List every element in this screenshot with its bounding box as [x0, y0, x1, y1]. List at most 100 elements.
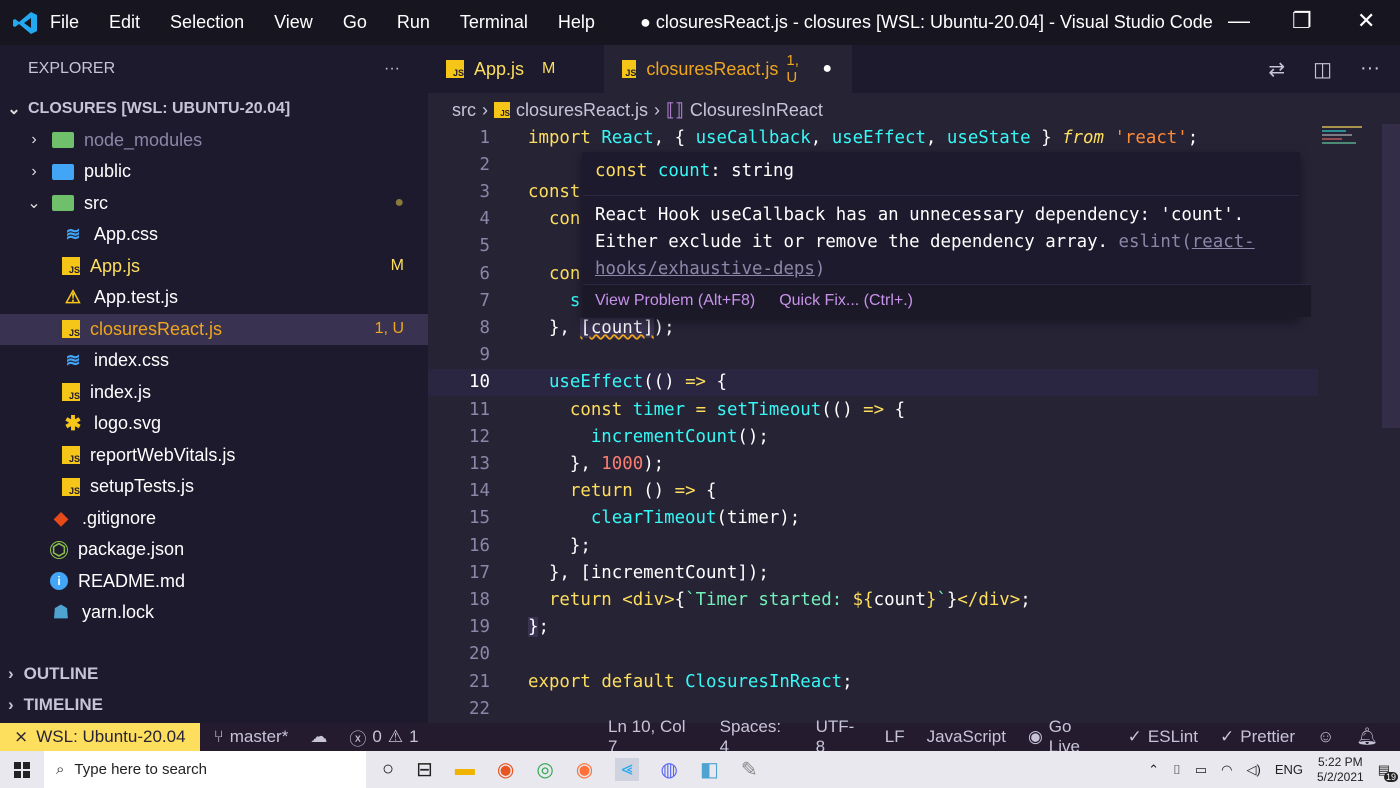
scrollbar-thumb[interactable] [1382, 124, 1400, 428]
clock[interactable]: 5:22 PM 5/2/2021 [1317, 755, 1364, 785]
tree-item-label: logo.svg [94, 413, 162, 434]
breadcrumb-src[interactable]: src [452, 100, 476, 121]
cortana-icon[interactable]: ○ [382, 758, 394, 781]
tree-item-public[interactable]: › public [0, 156, 428, 188]
end-of-line[interactable]: LF [885, 727, 905, 747]
menu-selection[interactable]: Selection [170, 12, 244, 33]
menu-file[interactable]: File [50, 12, 79, 33]
tab-app-js[interactable]: JS App.js M [428, 45, 604, 93]
split-editor-icon[interactable]: ◫ [1313, 57, 1332, 82]
folder-open-icon [52, 195, 74, 212]
tab-closures-react-js[interactable]: JS closuresReact.js 1, U ● [604, 45, 852, 93]
wifi-icon[interactable]: ◠ [1221, 762, 1232, 778]
problem-untracked-badge: 1, U [374, 320, 404, 338]
git-modified-badge: M [390, 257, 404, 275]
tree-item-logo-svg[interactable]: ✱ logo.svg [0, 408, 428, 440]
battery-icon[interactable]: ▭ [1195, 762, 1207, 778]
test-flask-icon: ⚠ [64, 287, 82, 308]
git-branch[interactable]: ⑂ master* [214, 727, 289, 747]
branch-label: master* [229, 727, 289, 746]
tree-item-index-css[interactable]: ≋ index.css [0, 345, 428, 377]
symbol-variable-icon: ⟦⟧ [666, 99, 684, 120]
hover-signature: const count: string [595, 161, 794, 181]
tree-item-readme-md[interactable]: i README.md [0, 566, 428, 598]
breadcrumb-file[interactable]: closuresReact.js [516, 100, 648, 121]
tree-item-gitignore[interactable]: ◆ .gitignore [0, 503, 428, 535]
quick-fix-link[interactable]: Quick Fix... (Ctrl+.) [779, 292, 913, 310]
minimap[interactable] [1322, 124, 1382, 164]
task-view-icon[interactable]: ⊟ [416, 757, 433, 782]
view-problem-link[interactable]: View Problem (Alt+F8) [595, 292, 755, 310]
tree-item-app-js[interactable]: JS App.js M [0, 251, 428, 283]
sync-icon[interactable]: ☁ [310, 727, 327, 747]
rule-link[interactable]: hooks/exhaustive-deps [595, 259, 815, 279]
language-indicator[interactable]: ENG [1275, 762, 1303, 777]
eslint-status[interactable]: ✓ ESLint [1128, 727, 1198, 747]
bell-icon[interactable]: 🔔︎ [1356, 727, 1378, 747]
menu-view[interactable]: View [274, 12, 313, 33]
windows-start-icon[interactable] [0, 761, 44, 778]
menu-terminal[interactable]: Terminal [460, 12, 528, 33]
paint-icon[interactable]: ✎ [741, 757, 758, 782]
more-actions-icon[interactable]: ··· [384, 60, 400, 78]
problems-indicator[interactable]: ⓧ 0 ⚠ 1 [349, 725, 418, 750]
prettier-status[interactable]: ✓ Prettier [1220, 727, 1295, 747]
tab-label: App.js [474, 58, 525, 79]
rule-link[interactable]: react- [1192, 232, 1255, 252]
tree-item-closures-react-js[interactable]: JS closuresReact.js 1, U [0, 313, 428, 345]
notifications-icon[interactable]: ▤ 19 [1378, 762, 1398, 782]
volume-icon[interactable]: ◁) [1246, 762, 1260, 778]
outline-section[interactable]: › OUTLINE [0, 658, 436, 689]
tree-item-label: README.md [78, 570, 186, 591]
ubuntu-icon[interactable]: ◉ [497, 757, 514, 782]
tab-label: closuresReact.js [646, 58, 779, 79]
line-number: 12 [469, 426, 490, 447]
tree-item-index-js[interactable]: JS index.js [0, 377, 428, 409]
workspace-root[interactable]: ⌄ CLOSURES [WSL: UBUNTU-20.04] [0, 93, 428, 125]
js-file-icon: JS [62, 477, 80, 496]
line-number: 5 [479, 236, 490, 257]
tree-item-yarn-lock[interactable]: ☗ yarn.lock [0, 597, 428, 629]
hover-actions: View Problem (Alt+F8) Quick Fix... (Ctrl… [583, 284, 1311, 317]
menu-run[interactable]: Run [397, 12, 430, 33]
tree-item-label: setupTests.js [90, 476, 195, 497]
unsaved-dot-icon[interactable]: ● [822, 60, 832, 78]
file-explorer-icon[interactable]: ▬ [455, 758, 475, 781]
code-line: 13 }, 1000); [428, 450, 1318, 477]
code-line: 9 [428, 342, 1318, 369]
menu-help[interactable]: Help [558, 12, 595, 33]
firefox-icon[interactable]: ◉ [576, 757, 593, 782]
tree-item-report-web-vitals-js[interactable]: JS reportWebVitals.js [0, 440, 428, 472]
restore-icon[interactable]: ❐ [1292, 8, 1312, 34]
feedback-icon[interactable]: ☺ [1317, 727, 1334, 747]
menu-go[interactable]: Go [343, 12, 367, 33]
minimize-icon[interactable]: — [1228, 8, 1250, 34]
chrome-icon[interactable]: ◎ [536, 757, 553, 782]
usb-icon[interactable]: ⌷ [1173, 762, 1181, 778]
remote-indicator[interactable]: ⨯ WSL: Ubuntu-20.04 [0, 723, 200, 751]
tree-item-package-json[interactable]: ⬡ package.json [0, 534, 428, 566]
code-line: 8 }, [count]); [428, 314, 1318, 341]
app-icon[interactable]: ◧ [700, 757, 719, 782]
taskbar-search[interactable]: ⌕ Type here to search [44, 751, 366, 788]
tree-item-src[interactable]: ⌄ src ● [0, 188, 428, 220]
tree-item-app-css[interactable]: ≋ App.css [0, 219, 428, 251]
tree-item-setup-tests-js[interactable]: JS setupTests.js [0, 471, 428, 503]
menu-edit[interactable]: Edit [109, 12, 140, 33]
vscode-taskbar-icon[interactable]: ⪡ [615, 758, 639, 781]
more-actions-icon[interactable]: ··· [1360, 57, 1380, 82]
code-text: import React, { useCallback, useEffect, … [528, 127, 1199, 148]
language-mode[interactable]: JavaScript [927, 727, 1006, 747]
compare-changes-icon[interactable]: ⇄ [1268, 57, 1285, 82]
discord-icon[interactable]: ◍ [661, 757, 678, 782]
title-bar: File Edit Selection View Go Run Terminal… [0, 0, 1400, 45]
code-text: }; [528, 617, 549, 638]
breadcrumb-symbol[interactable]: ClosuresInReact [690, 100, 823, 121]
tree-item-app-test-js[interactable]: ⚠ App.test.js [0, 282, 428, 314]
chevron-up-icon[interactable]: ⌃ [1148, 762, 1159, 778]
timeline-section[interactable]: › TIMELINE [0, 689, 436, 720]
chevron-right-icon: › [8, 663, 14, 683]
close-icon[interactable]: ✕ [1357, 8, 1375, 34]
js-file-icon: JS [622, 60, 637, 78]
tree-item-node-modules[interactable]: › node_modules [0, 125, 428, 157]
